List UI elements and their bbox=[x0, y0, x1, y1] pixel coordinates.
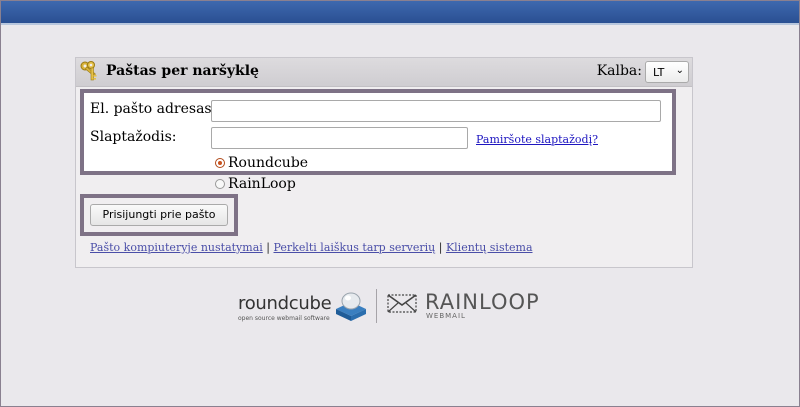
roundcube-cube-icon bbox=[336, 292, 366, 321]
language-label: Kalba: bbox=[596, 63, 642, 79]
roundcube-tagline: open source webmail software bbox=[238, 315, 330, 322]
language-select[interactable]: LT ⌄ bbox=[645, 61, 689, 83]
top-bar bbox=[0, 0, 800, 25]
password-label: Slaptažodis: bbox=[90, 129, 177, 145]
panel-header: Paštas per naršyklę Kalba: LT ⌄ bbox=[76, 58, 692, 87]
client-option-label: RainLoop bbox=[228, 176, 296, 192]
client-option-rainloop[interactable]: RainLoop bbox=[215, 176, 296, 192]
page-title: Paštas per naršyklę bbox=[106, 63, 259, 79]
rainloop-icon bbox=[387, 294, 417, 313]
rainloop-logo: RAINLOOP WEBMAIL bbox=[387, 290, 540, 326]
radio-selected-icon bbox=[215, 158, 225, 168]
link-transfer-mail[interactable]: Perkelti laiškus tarp serverių bbox=[274, 241, 436, 254]
credentials-box: El. pašto adresas: Slaptažodis: Pamiršot… bbox=[80, 89, 676, 175]
logo-divider bbox=[376, 289, 377, 323]
email-field[interactable] bbox=[211, 100, 661, 122]
rainloop-tagline: WEBMAIL bbox=[426, 312, 466, 320]
client-option-label: Roundcube bbox=[228, 155, 309, 171]
roundcube-logo: roundcube open source webmail software bbox=[238, 289, 368, 329]
client-option-roundcube[interactable]: Roundcube bbox=[215, 155, 308, 171]
password-field[interactable] bbox=[211, 127, 468, 149]
link-client-system[interactable]: Klientų sistema bbox=[446, 241, 533, 254]
link-separator: | bbox=[438, 241, 443, 254]
login-button[interactable]: Prisijungti prie pašto bbox=[90, 204, 228, 226]
link-separator: | bbox=[266, 241, 270, 254]
footer-links: Pašto kompiuteryje nustatymai | Perkelti… bbox=[90, 241, 533, 254]
forgot-password-link[interactable]: Pamiršote slaptažodį? bbox=[476, 133, 598, 146]
roundcube-name: roundcube bbox=[238, 293, 332, 314]
radio-icon bbox=[215, 179, 225, 189]
language-value: LT bbox=[653, 66, 665, 79]
rainloop-name: RAINLOOP bbox=[425, 290, 540, 314]
keys-icon bbox=[80, 61, 97, 81]
chevron-down-icon: ⌄ bbox=[675, 65, 684, 76]
email-label: El. pašto adresas: bbox=[90, 101, 217, 117]
submit-box: Prisijungti prie pašto bbox=[80, 194, 238, 236]
link-mail-settings[interactable]: Pašto kompiuteryje nustatymai bbox=[90, 241, 263, 254]
